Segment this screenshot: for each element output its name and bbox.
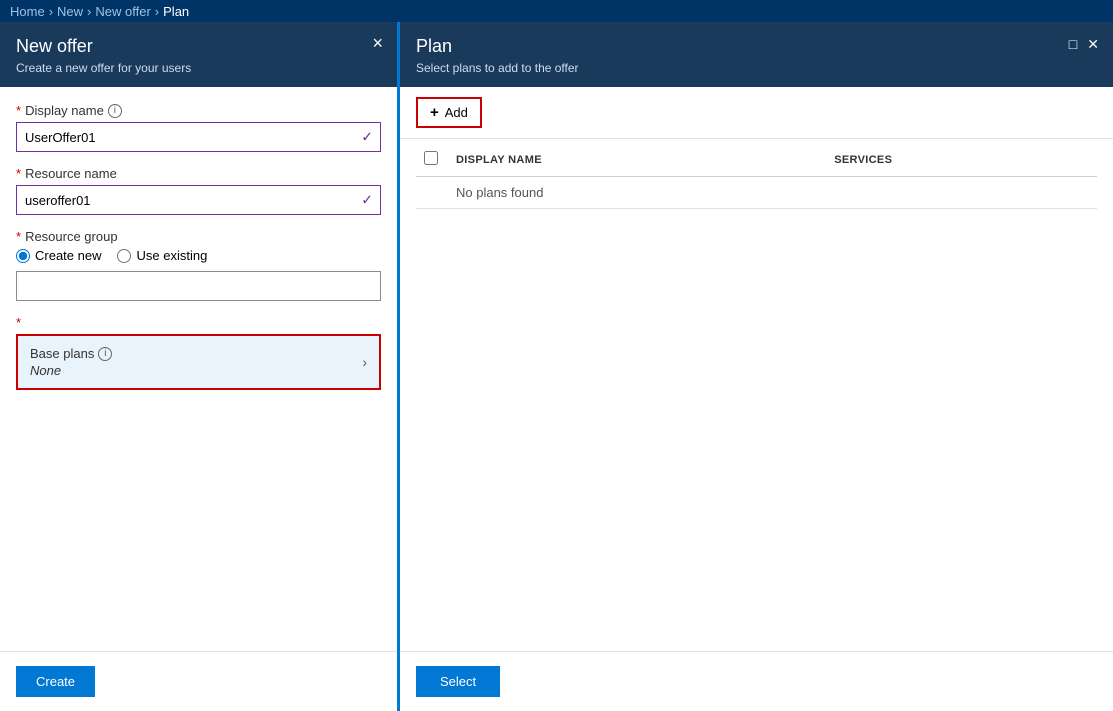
- use-existing-radio-item[interactable]: Use existing: [117, 248, 207, 263]
- maximize-icon[interactable]: □: [1069, 36, 1077, 53]
- base-plans-info-icon[interactable]: i: [98, 347, 112, 361]
- plan-table-area: DISPLAY NAME SERVICES No plans found: [400, 139, 1113, 651]
- resource-name-group: * Resource name ✓: [16, 166, 381, 215]
- resource-name-check-icon: ✓: [361, 192, 373, 209]
- resource-group-radio-group: Create new Use existing: [16, 248, 381, 263]
- required-star-2: *: [16, 166, 21, 181]
- resource-name-input-wrap: ✓: [16, 185, 381, 215]
- breadcrumb-new-offer[interactable]: New offer: [95, 4, 150, 19]
- right-footer: Select: [400, 651, 1113, 711]
- breadcrumb-current: Plan: [163, 4, 189, 19]
- base-plans-label-text: Base plans: [30, 346, 94, 361]
- table-header-display-name: DISPLAY NAME: [448, 143, 826, 177]
- base-plans-value: None: [30, 363, 112, 378]
- resource-group-group: * Resource group Create new Use existing: [16, 229, 381, 301]
- table-header-checkbox[interactable]: [424, 151, 438, 165]
- resource-name-label-text: Resource name: [25, 166, 117, 181]
- left-panel: New offer Create a new offer for your us…: [0, 22, 400, 711]
- select-button[interactable]: Select: [416, 666, 500, 697]
- breadcrumb-new[interactable]: New: [57, 4, 83, 19]
- base-plans-left: Base plans i None: [30, 346, 112, 378]
- left-form: * Display name i ✓ * Resource name ✓: [0, 87, 397, 651]
- right-panel: Plan Select plans to add to the offer □ …: [400, 22, 1113, 711]
- resource-name-label: * Resource name: [16, 166, 381, 181]
- plus-icon: +: [430, 104, 439, 121]
- table-header-checkbox-col: [416, 143, 448, 177]
- base-plans-group: * Base plans i None ›: [16, 315, 381, 390]
- create-new-radio-item[interactable]: Create new: [16, 248, 101, 263]
- right-panel-subtitle: Select plans to add to the offer: [416, 61, 1097, 75]
- use-existing-radio[interactable]: [117, 249, 131, 263]
- left-panel-title: New offer: [16, 36, 381, 57]
- plan-table: DISPLAY NAME SERVICES No plans found: [416, 143, 1097, 209]
- use-existing-label: Use existing: [136, 248, 207, 263]
- chevron-right-icon: ›: [362, 354, 367, 370]
- base-plans-label: Base plans i: [30, 346, 112, 361]
- required-star-3: *: [16, 229, 21, 244]
- no-plans-message: No plans found: [448, 177, 826, 209]
- right-close-icon[interactable]: ✕: [1087, 36, 1099, 53]
- resource-name-input[interactable]: [16, 185, 381, 215]
- breadcrumb: Home › New › New offer › Plan: [0, 0, 1113, 22]
- create-button[interactable]: Create: [16, 666, 95, 697]
- plan-toolbar: + Add: [400, 87, 1113, 139]
- resource-group-label-text: Resource group: [25, 229, 118, 244]
- right-header: Plan Select plans to add to the offer □ …: [400, 22, 1113, 87]
- resource-group-label: * Resource group: [16, 229, 381, 244]
- create-new-radio[interactable]: [16, 249, 30, 263]
- breadcrumb-home[interactable]: Home: [10, 4, 45, 19]
- add-button[interactable]: + Add: [416, 97, 482, 128]
- display-name-label-text: Display name: [25, 103, 104, 118]
- left-panel-subtitle: Create a new offer for your users: [16, 61, 381, 75]
- table-header-services: SERVICES: [826, 143, 1097, 177]
- add-button-label: Add: [445, 105, 468, 120]
- display-name-label: * Display name i: [16, 103, 381, 118]
- display-name-group: * Display name i ✓: [16, 103, 381, 152]
- close-button[interactable]: ×: [372, 34, 383, 52]
- required-star: *: [16, 103, 21, 118]
- base-plans-label-row: *: [16, 315, 381, 330]
- right-header-icons: □ ✕: [1069, 36, 1099, 53]
- base-plans-box[interactable]: Base plans i None ›: [16, 334, 381, 390]
- resource-group-input[interactable]: [16, 271, 381, 301]
- display-name-input[interactable]: [16, 122, 381, 152]
- create-new-label: Create new: [35, 248, 101, 263]
- display-name-input-wrap: ✓: [16, 122, 381, 152]
- no-plans-row: No plans found: [416, 177, 1097, 209]
- left-header: New offer Create a new offer for your us…: [0, 22, 397, 87]
- right-panel-title: Plan: [416, 36, 1097, 57]
- left-footer: Create: [0, 651, 397, 711]
- display-name-check-icon: ✓: [361, 129, 373, 146]
- required-star-4: *: [16, 315, 21, 330]
- display-name-info-icon[interactable]: i: [108, 104, 122, 118]
- right-body: + Add DISPLAY NAME SERVICES: [400, 87, 1113, 651]
